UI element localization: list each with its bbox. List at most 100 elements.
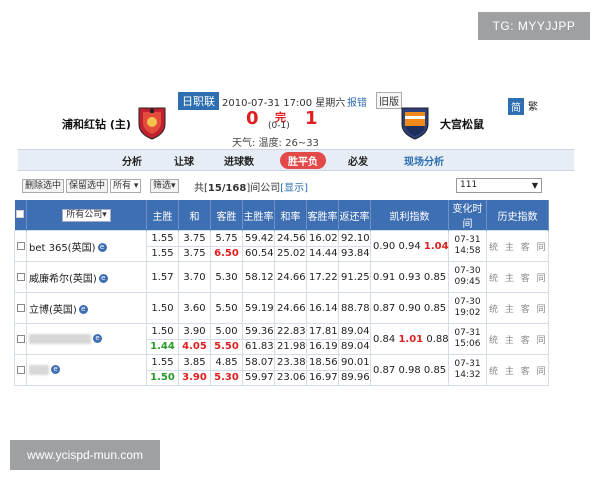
kelly-value: 0.90 [398, 302, 421, 314]
lang-traditional-button[interactable]: 繁 [528, 98, 538, 113]
odds-cell: 1.50 [146, 369, 179, 386]
odds-cell: 60.54 [242, 245, 275, 262]
kelly-value: 0.85 [423, 271, 447, 283]
home-team-name[interactable]: 浦和红钻 (主) [62, 116, 131, 132]
all-companies-select[interactable]: 所有公司▾ [62, 208, 111, 222]
company-label: 威廉希尔(英国) [29, 273, 97, 285]
tab-total-goals[interactable]: 进球数 [224, 153, 254, 168]
header-away-win: 客胜 [210, 200, 243, 231]
company-group-value: 111 [460, 180, 478, 190]
tab-live-analysis[interactable]: 现场分析 [404, 153, 444, 168]
info-icon[interactable]: e [78, 305, 88, 314]
kelly-value: 0.85 [423, 364, 447, 376]
old-version-button[interactable]: 旧版 [376, 92, 402, 109]
company-group-select[interactable]: 111 ▼ [456, 178, 542, 193]
tab-analysis[interactable]: 分析 [122, 153, 142, 168]
kelly-index: 0.84 1.01 0.88 [370, 323, 449, 355]
odds-cell: 1.50 [146, 323, 179, 340]
tab-betfair[interactable]: 必发 [348, 153, 368, 168]
half-time-score: (0-1) [268, 121, 290, 131]
odds-cell: 5.75 [210, 230, 243, 247]
away-team-name[interactable]: 大宫松鼠 [440, 116, 484, 132]
home-team-logo-icon [138, 107, 166, 140]
company-name[interactable]: bet 365(英国) e [26, 230, 147, 262]
change-clock: 15:06 [454, 339, 481, 349]
odds-cell: 24.66 [274, 292, 307, 324]
kelly-index: 0.87 0.90 0.85 [370, 292, 449, 324]
chevron-down-icon: ▼ [531, 181, 538, 190]
delete-selected-button[interactable]: 删除选中 [22, 179, 65, 193]
change-date: 07-31 [454, 359, 481, 370]
kelly-value: 0.85 [423, 302, 447, 314]
odds-cell: 16.97 [306, 369, 339, 386]
change-time: 07-31 14:58 [448, 230, 487, 262]
odds-cell: 17.22 [306, 261, 339, 293]
kelly-index: 0.87 0.98 0.85 [370, 354, 449, 386]
company-name[interactable]: 立博(英国) e [26, 292, 147, 324]
info-icon[interactable]: e [93, 334, 102, 343]
info-icon[interactable]: e [97, 243, 107, 252]
info-icon[interactable]: e [51, 365, 60, 374]
filter-all-label: 所有 [113, 181, 132, 191]
odds-cell: 89.04 [338, 338, 371, 355]
odds-cell: 91.25 [338, 261, 371, 293]
odds-cell: 58.12 [242, 261, 275, 293]
row-checkbox[interactable] [14, 292, 27, 324]
table-header-row: 所有公司▾ 主胜 和 客胜 主胜率 和率 客胜率 返还率 凯利指数 变化时间 历… [14, 200, 549, 231]
checkbox-icon [17, 334, 25, 343]
row-checkbox[interactable] [14, 354, 27, 386]
change-clock: 09:45 [454, 277, 481, 287]
checkbox-icon [17, 241, 25, 250]
select-all-checkbox[interactable] [14, 200, 27, 231]
kelly-value: 1.01 [398, 333, 424, 345]
row-checkbox[interactable] [14, 261, 27, 293]
filter-button[interactable]: 筛选▾ [150, 179, 179, 193]
table-row: e 1.55 3.85 4.85 58.07 23.38 18.56 90.01 0.87 0.… [14, 354, 549, 386]
odds-cell: 3.70 [178, 261, 211, 293]
chevron-down-icon: ▾ [102, 209, 107, 220]
keep-selected-button[interactable]: 保留选中 [66, 179, 109, 193]
history-links[interactable]: 统 主 客 同 [486, 354, 549, 386]
change-time: 07-30 09:45 [448, 261, 487, 293]
company-name[interactable]: e [26, 323, 147, 355]
report-link[interactable]: 报错 [347, 94, 367, 109]
checkbox-icon [17, 272, 25, 281]
info-icon[interactable]: e [98, 274, 108, 283]
kelly-index: 0.91 0.93 0.85 [370, 261, 449, 293]
change-clock: 19:02 [454, 308, 481, 318]
odds-toolbar: 删除选中 保留选中 所有 ▾ 筛选▾ 共[15/168]间公司[显示] 111 ▼ [20, 178, 580, 196]
table-row: 立博(英国) e 1.50 3.60 5.50 59.19 24.66 16.14 88.78 0… [14, 292, 549, 324]
watermark-top: TG: MYYJJPP [478, 12, 590, 40]
company-name[interactable]: e [26, 354, 147, 386]
odds-cell: 1.55 [146, 230, 179, 247]
league-badge[interactable]: 日职联 [178, 92, 219, 110]
odds-cell: 24.66 [274, 261, 307, 293]
odds-cell: 5.30 [210, 369, 243, 386]
odds-cell: 5.50 [210, 292, 243, 324]
odds-table-body: bet 365(英国) e 1.55 3.75 5.75 59.42 24.56 16.02 9… [14, 230, 549, 386]
filter-all-select[interactable]: 所有 ▾ [110, 179, 142, 193]
tab-1x2-odds[interactable]: 胜平负 [280, 152, 326, 169]
history-links[interactable]: 统 主 客 同 [486, 261, 549, 293]
odds-cell: 58.07 [242, 354, 275, 371]
show-link[interactable]: [显示] [280, 183, 308, 194]
watermark-bottom: www.ycispd-mun.com [10, 440, 160, 470]
odds-cell: 89.04 [338, 323, 371, 340]
kelly-value: 1.04 [423, 240, 449, 252]
odds-cell: 93.84 [338, 245, 371, 262]
odds-cell: 3.90 [178, 323, 211, 340]
company-name[interactable]: 威廉希尔(英国) e [26, 261, 147, 293]
row-checkbox[interactable] [14, 323, 27, 355]
odds-table: 所有公司▾ 主胜 和 客胜 主胜率 和率 客胜率 返还率 凯利指数 变化时间 历… [14, 200, 549, 386]
kelly-value: 0.87 [373, 364, 396, 376]
tab-handicap[interactable]: 让球 [174, 153, 194, 168]
kelly-value: 0.87 [373, 302, 396, 314]
row-checkbox[interactable] [14, 230, 27, 262]
history-links[interactable]: 统 主 客 同 [486, 230, 549, 262]
odds-cell: 23.06 [274, 369, 307, 386]
home-score: 0 [246, 108, 259, 129]
checkbox-icon [17, 303, 25, 312]
history-links[interactable]: 统 主 客 同 [486, 292, 549, 324]
lang-simplified-button[interactable]: 简 [508, 98, 524, 115]
history-links[interactable]: 统 主 客 同 [486, 323, 549, 355]
